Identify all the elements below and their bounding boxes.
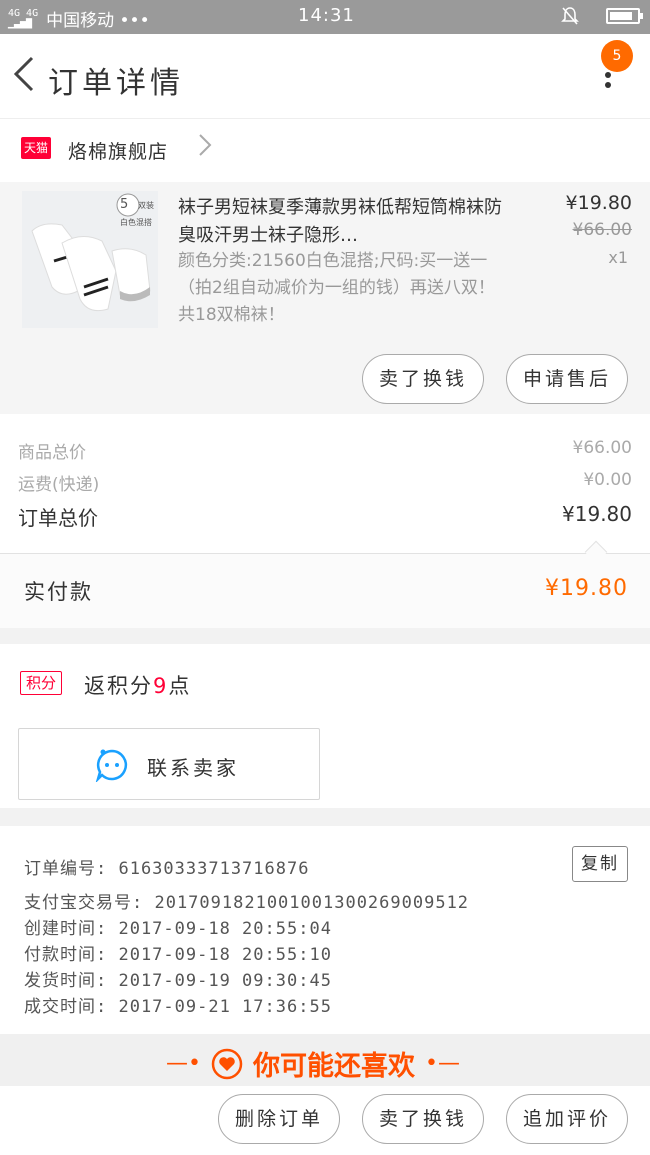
- product-quantity: x1: [608, 248, 628, 267]
- action-footer: 删除订单 卖了换钱 追加评价: [0, 1086, 650, 1155]
- points-count: 9: [153, 674, 169, 698]
- summary-value: ¥0.00: [583, 470, 632, 490]
- completed-time: 成交时间: 2017-09-21 17:36:55: [24, 997, 332, 1017]
- order-number: 订单编号: 61630333713716876: [24, 859, 310, 879]
- image-tag-sub: 白色混搭: [120, 218, 152, 227]
- summary-label: 订单总价: [18, 506, 98, 530]
- product-original-price: ¥66.00: [572, 220, 632, 240]
- carrier-label: 中国移动 •••: [46, 11, 150, 31]
- recommend-title: 你可能还喜欢: [252, 1051, 415, 1082]
- shipped-time: 发货时间: 2017-09-19 09:30:45: [24, 971, 332, 991]
- notification-badge: 5: [601, 40, 633, 72]
- bell-muted-icon: [561, 7, 579, 25]
- after-sale-button[interactable]: 申请售后: [506, 354, 628, 404]
- navigation-bar: 订单详情 5: [0, 34, 650, 118]
- clock: 14:31: [298, 5, 355, 26]
- product-image[interactable]: 5 双装 白色混搭: [22, 191, 158, 328]
- points-text: 返积分9点: [84, 674, 192, 698]
- divider-right: •—: [424, 1051, 460, 1076]
- summary-value: ¥66.00: [572, 438, 632, 458]
- order-info: 订单编号: 61630333713716876 复制 支付宝交易号: 20170…: [0, 826, 650, 1034]
- recommend-header: —• 你可能还喜欢 •—: [0, 1034, 650, 1086]
- paid-value: ¥19.80: [545, 576, 628, 601]
- summary-value: ¥19.80: [562, 502, 632, 526]
- delete-order-button[interactable]: 删除订单: [218, 1094, 340, 1144]
- paid-amount-row: 实付款 ¥19.80: [0, 554, 650, 628]
- product-price: ¥19.80: [565, 192, 632, 214]
- summary-row-shipping: 运费(快递) ¥0.00: [18, 470, 632, 495]
- divider-left: —•: [166, 1051, 201, 1076]
- paid-label: 实付款: [24, 580, 93, 604]
- store-name: 烙棉旗舰店: [68, 141, 169, 163]
- signal-icon: 4G 4G ▁▃▅▇: [8, 7, 39, 29]
- resell-footer-button[interactable]: 卖了换钱: [362, 1094, 484, 1144]
- alipay-number: 支付宝交易号: 2017091821001001300269009512: [24, 893, 470, 913]
- contact-seller-label: 联系卖家: [147, 756, 239, 780]
- resell-button[interactable]: 卖了换钱: [362, 354, 484, 404]
- product-title[interactable]: 袜子男短袜夏季薄款男袜低帮短筒棉袜防臭吸汗男士袜子隐形…: [178, 194, 508, 250]
- chevron-right-icon: [198, 131, 212, 166]
- back-arrow-icon[interactable]: [12, 54, 36, 101]
- battery-icon: [606, 8, 643, 24]
- image-tag-number: 5: [120, 197, 129, 212]
- product-spec: 颜色分类:21560白色混搭;尺码:买一送一（拍2组自动减价为一组的钱）再送八双…: [178, 251, 495, 325]
- copy-button[interactable]: 复制: [572, 846, 628, 882]
- heart-icon: [211, 1048, 243, 1079]
- price-summary: 商品总价 ¥66.00 运费(快递) ¥0.00 订单总价 ¥19.80: [0, 414, 650, 554]
- image-tag-unit: 双装: [138, 201, 154, 210]
- points-badge: 积分: [20, 671, 63, 695]
- paid-time: 付款时间: 2017-09-18 20:55:10: [24, 945, 332, 965]
- add-review-button[interactable]: 追加评价: [506, 1094, 628, 1144]
- created-time: 创建时间: 2017-09-18 20:55:04: [24, 919, 332, 939]
- status-bar: 4G 4G ▁▃▅▇ 中国移动 ••• 14:31: [0, 0, 650, 34]
- summary-label: 运费(快递): [18, 475, 100, 495]
- summary-row-goods: 商品总价 ¥66.00: [18, 438, 632, 463]
- summary-label: 商品总价: [18, 443, 86, 463]
- contact-seller-button[interactable]: 联系卖家: [18, 728, 320, 800]
- store-row[interactable]: 天猫 烙棉旗舰店: [0, 118, 650, 182]
- tmall-badge: 天猫: [21, 137, 51, 159]
- product-card[interactable]: 5 双装 白色混搭 袜子男短袜夏季薄款男袜低帮短筒棉袜防臭吸汗男士袜子隐形… 颜…: [0, 182, 650, 414]
- summary-row-total: 订单总价 ¥19.80: [18, 502, 632, 531]
- chat-bubble-icon: [95, 749, 128, 782]
- page-title: 订单详情: [48, 66, 184, 101]
- points-section: 积分 返积分9点 联系卖家: [0, 644, 650, 808]
